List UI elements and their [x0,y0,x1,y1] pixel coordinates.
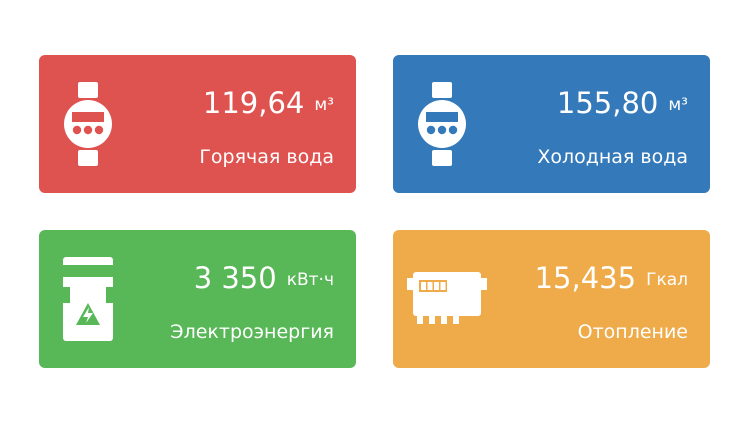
reading-unit: кВт·ч [286,270,334,290]
heat-meter-icon [407,272,487,324]
reading-value: 3 350 [193,261,277,295]
cold-water-label: Холодная вода [537,146,688,168]
water-meter-icon [418,82,466,166]
heating-label: Отопление [577,321,688,343]
electricity-reading: 3 350 кВт·ч [194,260,334,301]
hot-water-label: Горячая вода [199,146,334,168]
hot-water-card[interactable]: 119,64 м³ Горячая вода [39,55,356,193]
electricity-label: Электроэнергия [170,321,334,343]
electricity-meter-icon [63,257,113,341]
cold-water-reading: 155,80 м³ [557,85,688,126]
reading-value: 155,80 [556,86,659,120]
reading-value: 119,64 [202,86,305,120]
cold-water-card[interactable]: 155,80 м³ Холодная вода [393,55,710,193]
hot-water-reading: 119,64 м³ [203,85,334,126]
heating-card[interactable]: 15,435 Гкал Отопление [393,230,710,368]
reading-unit: Гкал [646,270,688,290]
reading-unit: м³ [668,95,688,115]
electricity-card[interactable]: 3 350 кВт·ч Электроэнергия [39,230,356,368]
reading-unit: м³ [314,95,334,115]
heating-reading: 15,435 Гкал [535,260,688,301]
reading-value: 15,435 [534,261,637,295]
water-meter-icon [64,82,112,166]
